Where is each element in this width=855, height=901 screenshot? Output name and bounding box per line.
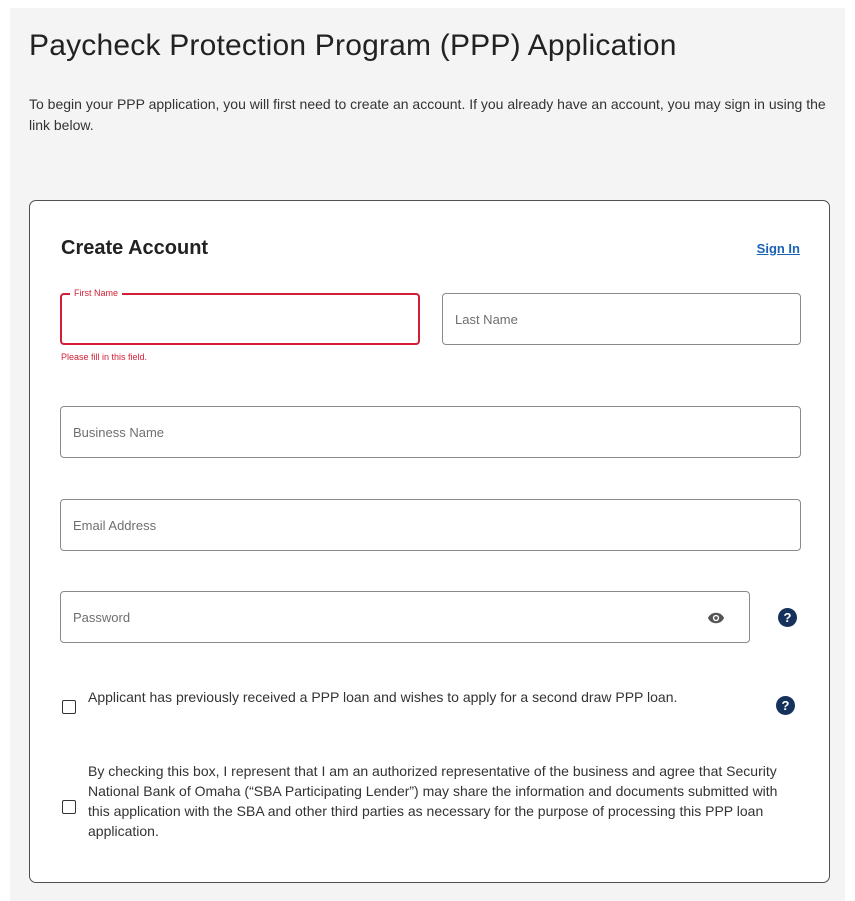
first-name-field: First Name [60, 287, 420, 345]
sign-in-link[interactable]: Sign In [757, 241, 800, 257]
intro-text: To begin your PPP application, you will … [29, 96, 826, 133]
page-title: Paycheck Protection Program (PPP) Applic… [29, 29, 677, 62]
email-field [60, 499, 801, 551]
business-name-field [60, 406, 801, 458]
email-input[interactable] [61, 500, 800, 550]
authorization-checkbox[interactable] [62, 800, 76, 814]
second-draw-label: Applicant has previously received a PPP … [88, 689, 678, 705]
last-name-field [442, 293, 801, 345]
first-name-error: Please fill in this field. [61, 352, 148, 362]
password-field [60, 591, 750, 643]
create-account-title: Create Account [61, 237, 209, 259]
last-name-input[interactable] [443, 294, 800, 344]
authorization-label: By checking this box, I represent that I… [88, 763, 778, 839]
create-account-card: Create Account Sign In First Name Please… [29, 200, 830, 883]
first-name-input[interactable] [62, 295, 418, 343]
second-draw-help-icon[interactable]: ? [776, 696, 795, 715]
second-draw-checkbox[interactable] [62, 700, 76, 714]
password-help-icon[interactable]: ? [778, 608, 797, 627]
business-name-input[interactable] [61, 407, 800, 457]
eye-icon[interactable] [707, 609, 725, 627]
password-input[interactable] [61, 592, 749, 642]
